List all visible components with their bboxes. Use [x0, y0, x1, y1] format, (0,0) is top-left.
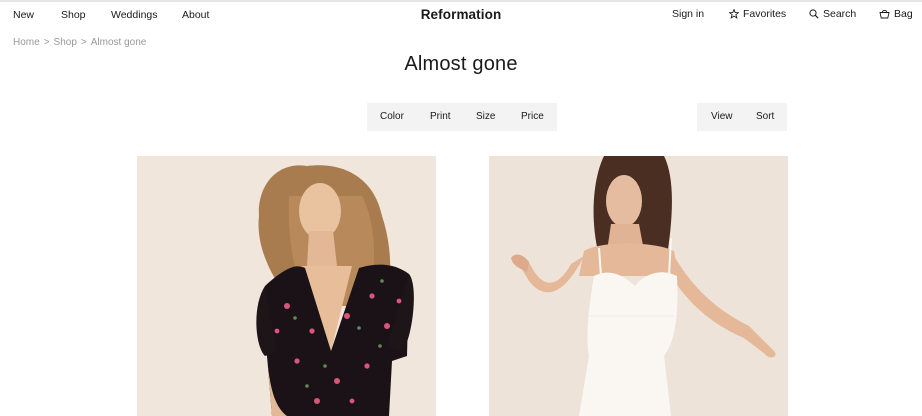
- search-link[interactable]: Search: [809, 8, 856, 20]
- filter-price-button[interactable]: Price: [521, 111, 544, 122]
- product-card[interactable]: [137, 156, 436, 416]
- brand-logo[interactable]: Reformation: [421, 7, 502, 22]
- bag-link[interactable]: Bag: [879, 8, 913, 20]
- search-label: Search: [823, 8, 857, 20]
- filter-color-button[interactable]: Color: [380, 111, 404, 122]
- breadcrumb-shop[interactable]: Shop: [54, 37, 77, 48]
- sign-in-link[interactable]: Sign in: [672, 8, 704, 20]
- product-image: [137, 156, 436, 416]
- bag-label: Bag: [894, 8, 913, 20]
- filter-size-button[interactable]: Size: [476, 111, 495, 122]
- product-card[interactable]: [489, 156, 788, 416]
- bag-icon: [879, 10, 890, 19]
- favorites-link[interactable]: Favorites: [729, 8, 786, 20]
- breadcrumb-separator: >: [43, 37, 50, 48]
- star-icon: [729, 9, 739, 19]
- breadcrumb-separator: >: [80, 37, 87, 48]
- main-nav: New Shop Weddings About Reformation Sign…: [0, 0, 922, 30]
- filter-bar: Color Print Size Price: [367, 103, 557, 131]
- view-sort-bar: View Sort: [697, 103, 787, 131]
- breadcrumb-home[interactable]: Home: [13, 37, 40, 48]
- view-button[interactable]: View: [711, 111, 733, 122]
- breadcrumb-current: Almost gone: [90, 37, 147, 48]
- favorites-label: Favorites: [743, 8, 787, 20]
- page-title: Almost gone: [404, 53, 518, 75]
- filter-print-button[interactable]: Print: [430, 111, 451, 122]
- sort-button[interactable]: Sort: [756, 111, 774, 122]
- product-image: [489, 156, 788, 416]
- sign-in-label: Sign in: [672, 8, 705, 20]
- breadcrumb: Home > Shop > Almost gone: [13, 37, 146, 48]
- search-icon: [809, 9, 819, 19]
